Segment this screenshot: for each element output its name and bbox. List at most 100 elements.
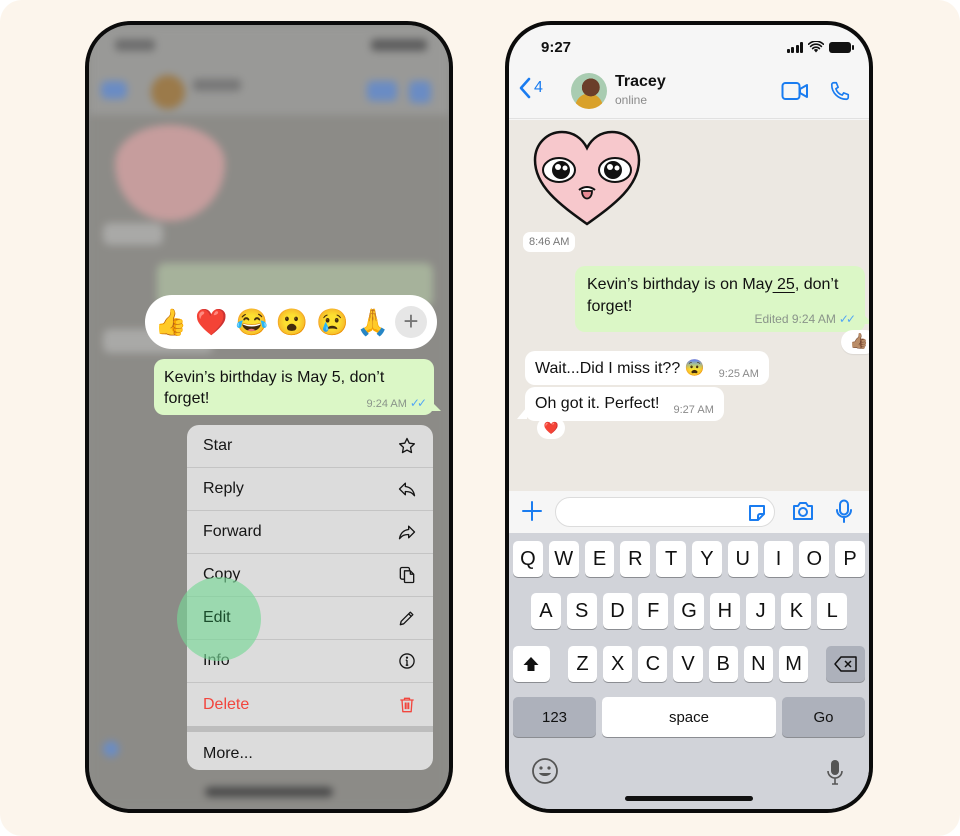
key-q[interactable]: Q [513, 541, 543, 577]
emoji-keyboard-icon[interactable] [531, 757, 559, 785]
info-icon [397, 651, 417, 671]
reaction-laugh[interactable]: 😂 [234, 309, 270, 335]
forward-icon [397, 522, 417, 542]
home-indicator [625, 796, 753, 801]
bubble-tail [861, 312, 869, 324]
outgoing-message-bubble[interactable]: Kevin’s birthday is on May 25, don’t for… [575, 266, 865, 332]
copy-icon [397, 565, 417, 585]
key-z[interactable]: Z [567, 646, 598, 682]
battery-icon [829, 41, 854, 53]
message-text: Oh got it. Perfect! [535, 395, 660, 412]
key-k[interactable]: K [781, 593, 812, 629]
go-key[interactable]: Go [781, 697, 865, 737]
wifi-icon [808, 41, 824, 53]
chevron-left-icon [519, 77, 531, 99]
keyboard-row-1: Q W E R T Y U I O P [513, 541, 865, 577]
key-x[interactable]: X [603, 646, 633, 682]
menu-item-label: Delete [203, 695, 250, 713]
message-reaction[interactable]: ❤️ [537, 417, 565, 439]
phone-call-icon[interactable] [829, 80, 851, 102]
menu-item-more[interactable]: More... [187, 732, 433, 770]
dictation-icon[interactable] [827, 759, 843, 785]
selected-message-bubble[interactable]: Kevin’s birthday is May 5, don’t forget!… [154, 359, 434, 415]
plus-icon[interactable] [521, 500, 543, 522]
key-e[interactable]: E [584, 541, 615, 577]
key-j[interactable]: J [745, 593, 776, 629]
key-s[interactable]: S [566, 593, 597, 629]
more-reactions-button[interactable]: + [394, 306, 427, 338]
message-time: 9:27 AM [673, 404, 714, 416]
message-input[interactable] [555, 497, 775, 527]
key-a[interactable]: A [531, 593, 561, 629]
key-g[interactable]: G [674, 593, 704, 629]
incoming-message-bubble[interactable]: Wait...Did I miss it?? 😨 9:25 AM [525, 351, 769, 385]
sticker-timestamp: 8:46 AM [523, 232, 576, 252]
back-button[interactable]: 4 [519, 77, 543, 99]
backspace-icon [833, 656, 857, 672]
key-c[interactable]: C [638, 646, 668, 682]
contact-presence: online [615, 93, 648, 107]
edited-timestamp: Edited 9:24 AM [754, 312, 836, 326]
video-call-icon[interactable] [781, 81, 809, 101]
menu-item-label: More... [203, 744, 253, 762]
bubble-tail [517, 407, 527, 419]
status-bar: 9:27 [509, 25, 869, 69]
chat-header: 4 Tracey online [509, 69, 869, 119]
reaction-thumbs-up[interactable]: 👍 [153, 309, 189, 335]
read-ticks-icon: ✓✓ [838, 312, 856, 326]
keyboard-row-3: Z X C V B N M [513, 646, 866, 682]
contact-name[interactable]: Tracey [615, 73, 666, 91]
key-o[interactable]: O [799, 541, 830, 577]
shift-icon [523, 657, 539, 671]
key-r[interactable]: R [620, 541, 651, 577]
sticker-icon[interactable] [746, 502, 768, 524]
contact-avatar[interactable] [571, 73, 607, 109]
message-time: 9:24 AM [366, 398, 407, 410]
menu-item-reply[interactable]: Reply [187, 468, 433, 511]
key-d[interactable]: D [602, 593, 633, 629]
phone-left-context-menu: 👍 ❤️ 😂 😮 😢 🙏 + Kevin’s birthday is May 5… [85, 21, 453, 813]
key-w[interactable]: W [548, 541, 579, 577]
menu-item-label: Reply [203, 480, 244, 497]
space-key[interactable]: space [602, 697, 776, 737]
keyboard-row-4: 123 space Go [513, 697, 865, 737]
numbers-key[interactable]: 123 [513, 697, 597, 737]
unread-count: 4 [534, 79, 543, 96]
reaction-surprised[interactable]: 😮 [274, 309, 310, 335]
incoming-message-bubble[interactable]: Oh got it. Perfect! 9:27 AM [525, 387, 724, 421]
message-text: Wait...Did I miss it?? 😨 [535, 360, 705, 377]
key-t[interactable]: T [656, 541, 686, 577]
key-v[interactable]: V [673, 646, 703, 682]
key-f[interactable]: F [638, 593, 669, 629]
chat-area: 8:46 AM Kevin’s birthday is on May 25, d… [509, 120, 869, 491]
reaction-pray[interactable]: 🙏 [355, 309, 391, 335]
microphone-icon[interactable] [835, 499, 853, 523]
message-composer [509, 491, 869, 533]
reaction-bar: 👍 ❤️ 😂 😮 😢 🙏 + [145, 295, 437, 349]
reply-icon [397, 479, 417, 499]
message-meta: Edited 9:24 AM ✓✓ [754, 312, 857, 326]
reaction-sad[interactable]: 😢 [314, 309, 350, 335]
key-i[interactable]: I [763, 541, 794, 577]
pencil-icon [397, 608, 417, 628]
reaction-heart[interactable]: ❤️ [193, 309, 229, 335]
menu-item-forward[interactable]: Forward [187, 511, 433, 554]
message-meta: 9:24 AM ✓✓ [366, 396, 427, 410]
key-y[interactable]: Y [691, 541, 722, 577]
heart-face-sticker[interactable] [529, 128, 645, 228]
menu-item-delete[interactable]: Delete [187, 683, 433, 726]
menu-item-label: Edit [203, 609, 231, 626]
menu-item-star[interactable]: Star [187, 425, 433, 468]
key-l[interactable]: L [817, 593, 848, 629]
key-b[interactable]: B [708, 646, 738, 682]
shift-key[interactable] [513, 646, 550, 682]
key-h[interactable]: H [709, 593, 740, 629]
message-reaction[interactable]: 👍🏽 [841, 330, 869, 354]
key-n[interactable]: N [743, 646, 773, 682]
key-m[interactable]: M [778, 646, 809, 682]
backspace-key[interactable] [826, 646, 866, 682]
key-p[interactable]: P [835, 541, 865, 577]
camera-icon[interactable] [791, 501, 815, 521]
menu-item-label: Forward [203, 523, 262, 540]
key-u[interactable]: U [727, 541, 758, 577]
